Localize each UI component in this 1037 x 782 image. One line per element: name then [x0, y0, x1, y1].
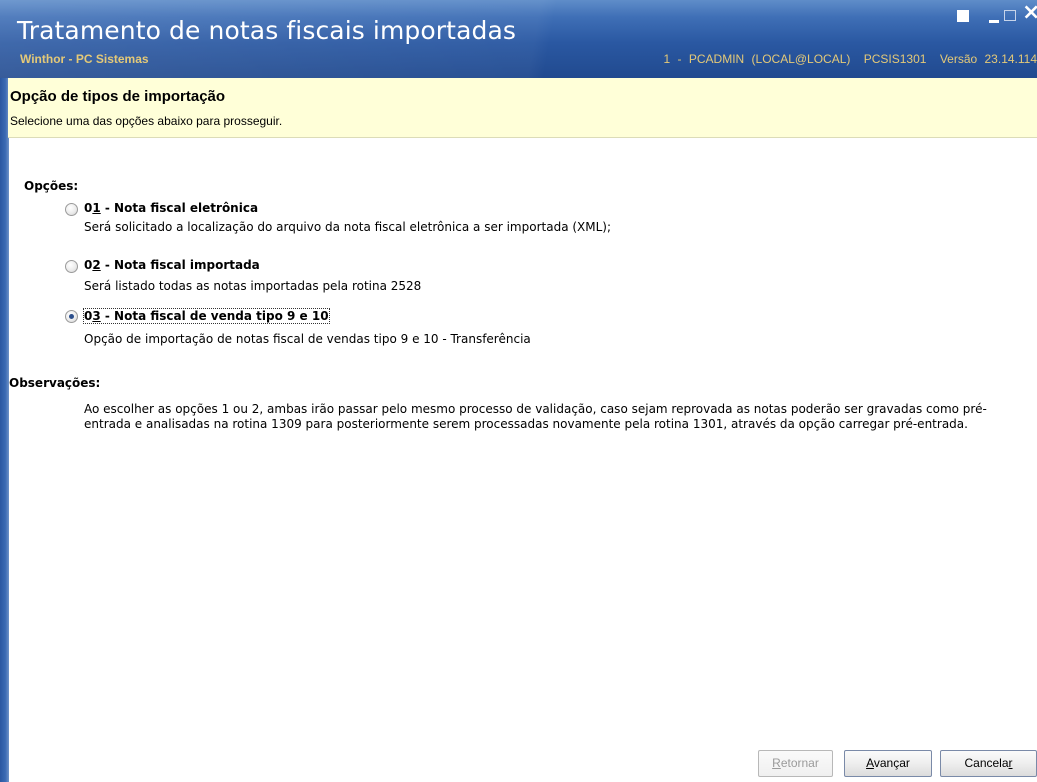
option-03-description: Opção de importação de notas fiscal de v… — [84, 332, 531, 346]
header-panel: Opção de tipos de importação Selecione u… — [8, 78, 1037, 138]
cancel-button-label: Cancela — [964, 756, 1009, 770]
routine-code: PCSIS1301 — [863, 52, 927, 66]
window-left-border — [0, 78, 9, 782]
option-01-title[interactable]: 01 - Nota fiscal eletrônica — [84, 201, 258, 215]
next-button-hotkey: A — [866, 756, 874, 770]
radio-option-02[interactable] — [65, 260, 78, 273]
radio-option-01[interactable] — [65, 203, 78, 216]
maximize-icon — [1004, 10, 1016, 21]
user-info: 1 - PCADMIN (LOCAL@LOCAL) — [663, 52, 851, 66]
cancel-button[interactable]: Cancelar — [940, 750, 1037, 777]
option-01-code-hotkey: 1 — [92, 201, 101, 215]
status-info: 1 - PCADMIN (LOCAL@LOCAL) PCSIS1301 Vers… — [658, 52, 1037, 66]
option-02-code-hotkey: 2 — [92, 258, 101, 272]
application-window: Tratamento de notas fiscais importadas W… — [0, 0, 1037, 782]
window-subtitle: Winthor - PC Sistemas — [20, 52, 149, 66]
close-icon: × — [1022, 0, 1037, 25]
option-03-code-hotkey: 3 — [92, 309, 101, 323]
option-03-title-text: - Nota fiscal de venda tipo 9 e 10 — [100, 309, 329, 323]
main-content: Opções: 01 - Nota fiscal eletrônica Será… — [9, 139, 1037, 782]
back-button-label: etornar — [780, 756, 819, 770]
back-button-hotkey: R — [772, 756, 781, 770]
version-info: Versão 23.14.114 — [939, 52, 1037, 66]
back-button[interactable]: Retornar — [758, 750, 833, 777]
observations-text: Ao escolher as opções 1 ou 2, ambas irão… — [84, 402, 987, 431]
restore-icon — [957, 10, 969, 22]
window-title: Tratamento de notas fiscais importadas — [17, 16, 517, 45]
next-button-label: vançar — [873, 756, 910, 770]
minimize-icon — [989, 20, 999, 23]
observations-label: Observações: — [9, 376, 101, 390]
page-description: Selecione uma das opções abaixo para pro… — [10, 114, 283, 128]
options-label: Opções: — [24, 179, 79, 193]
close-button[interactable]: × — [1022, 2, 1037, 24]
option-02-description: Será listado todas as notas importadas p… — [84, 279, 422, 293]
option-02-title[interactable]: 02 - Nota fiscal importada — [84, 258, 260, 272]
cancel-button-hotkey: r — [1008, 756, 1013, 770]
page-title: Opção de tipos de importação — [10, 88, 226, 105]
option-01-title-text: - Nota fiscal eletrônica — [100, 201, 259, 215]
restore-window-button[interactable] — [954, 4, 976, 26]
title-bar[interactable]: Tratamento de notas fiscais importadas W… — [0, 0, 1037, 78]
option-01-description: Será solicitado a localização do arquivo… — [84, 220, 612, 234]
option-03-title[interactable]: 03 - Nota fiscal de venda tipo 9 e 10 — [83, 308, 330, 324]
radio-option-03[interactable] — [65, 310, 78, 323]
option-02-title-text: - Nota fiscal importada — [100, 258, 260, 272]
next-button[interactable]: Avançar — [844, 750, 932, 777]
